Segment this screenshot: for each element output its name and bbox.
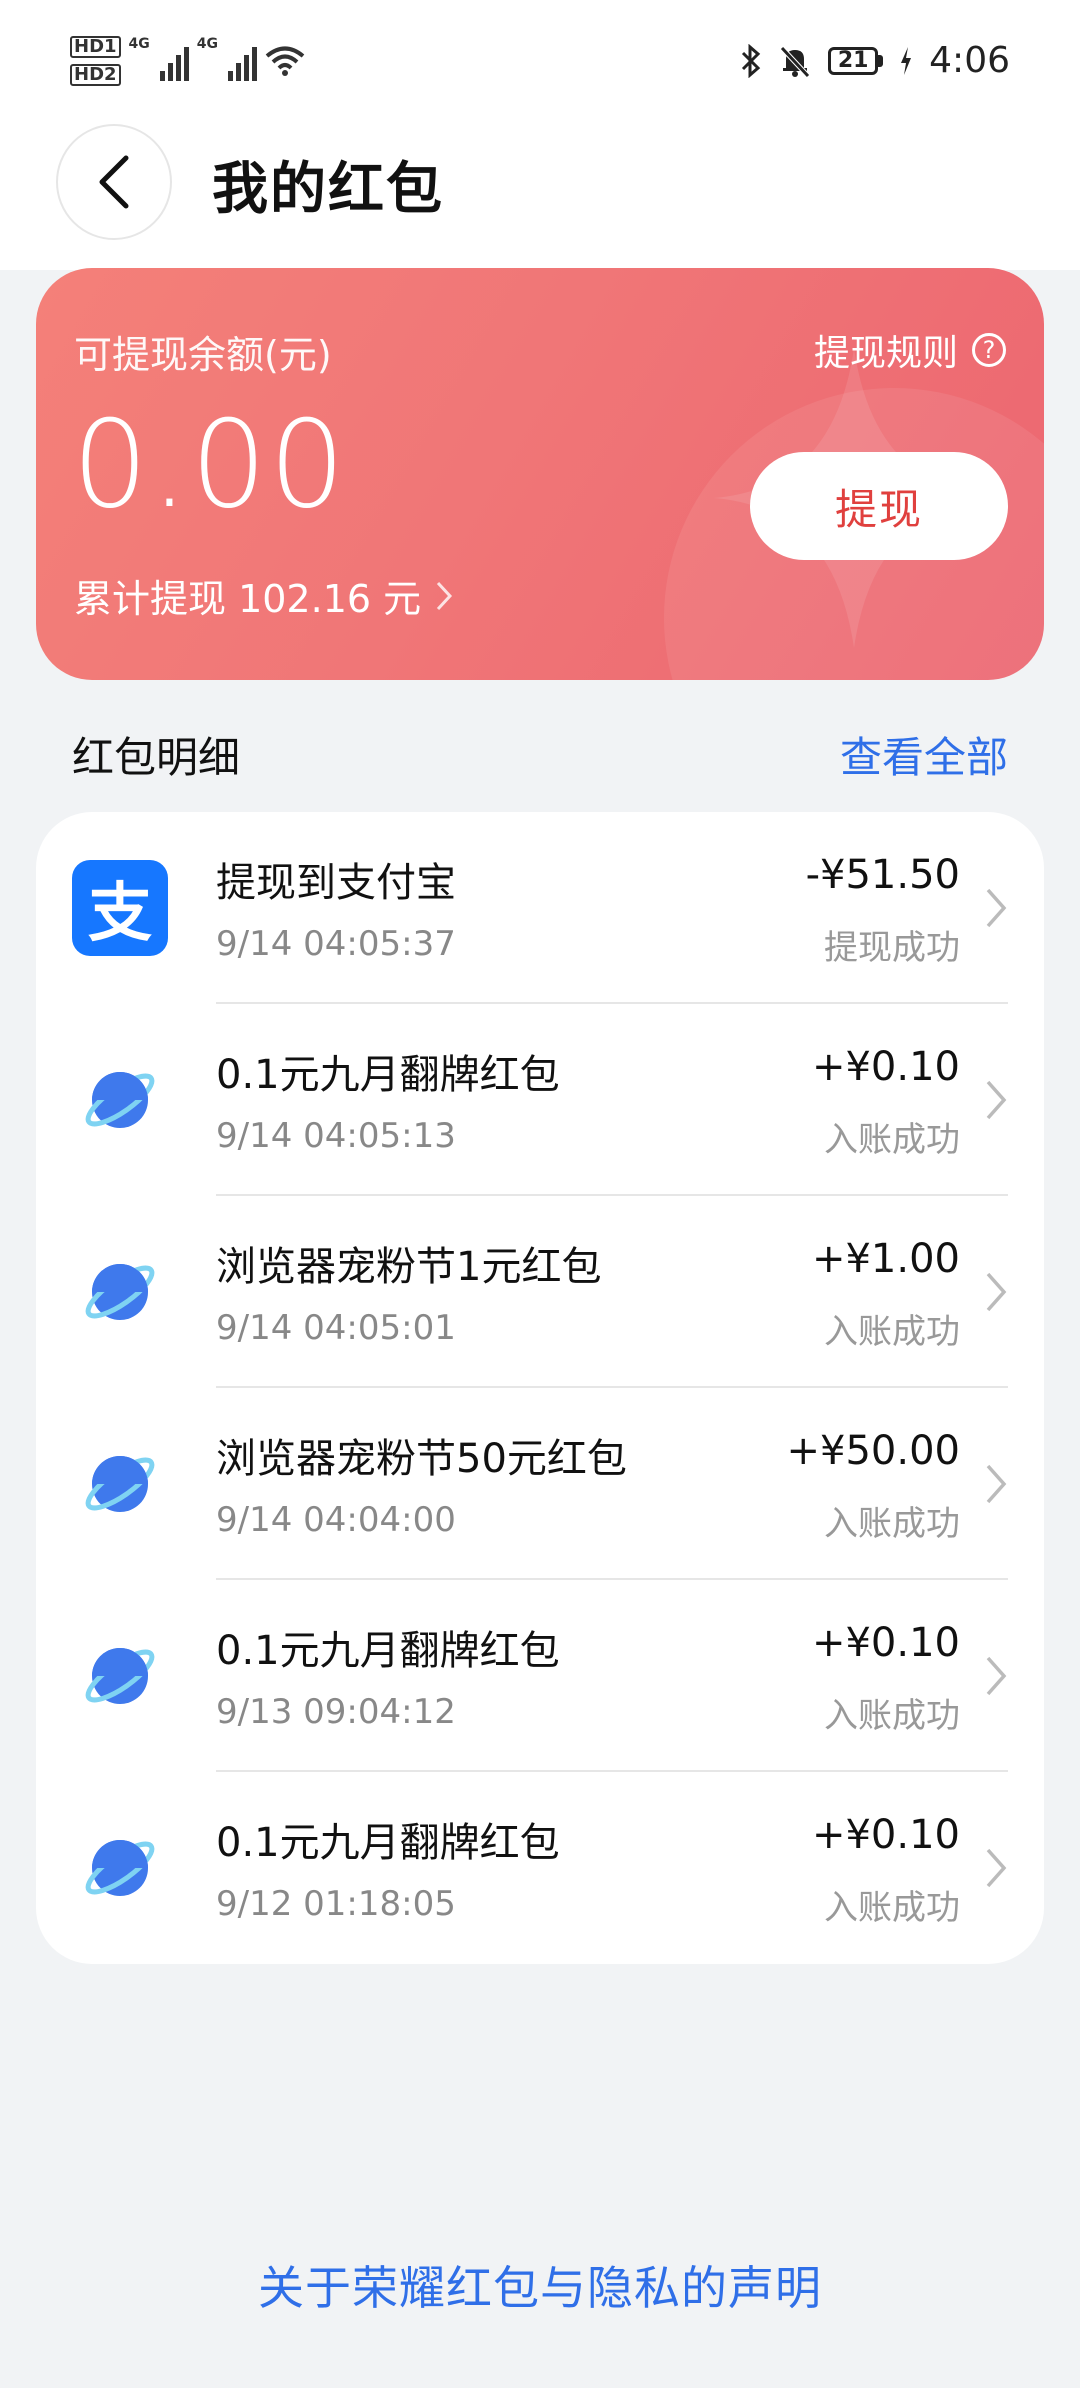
section-title: 红包明细 bbox=[72, 733, 241, 782]
back-button[interactable] bbox=[56, 124, 172, 240]
charging-icon bbox=[901, 46, 912, 75]
transaction-status: 提现成功 bbox=[824, 928, 960, 968]
network-type-2: 4G bbox=[196, 36, 218, 52]
transaction-title: 浏览器宠粉节1元红包 bbox=[216, 1244, 602, 1290]
chevron-right-icon bbox=[986, 1080, 1007, 1120]
transaction-time: 9/12 01:18:05 bbox=[216, 1884, 456, 1924]
bluetooth-icon bbox=[742, 43, 761, 78]
network-type-1: 4G bbox=[128, 36, 150, 52]
chevron-right-icon bbox=[986, 888, 1007, 928]
chevron-right-icon bbox=[986, 1656, 1007, 1696]
chevron-right-icon bbox=[437, 581, 453, 610]
status-right: 21 4:06 bbox=[740, 40, 1010, 81]
browser-planet-icon bbox=[72, 1436, 168, 1532]
hd2-badge: HD2 bbox=[70, 64, 121, 86]
transaction-status: 入账成功 bbox=[824, 1312, 960, 1352]
page-title: 我的红包 bbox=[212, 157, 444, 222]
question-icon: ? bbox=[972, 333, 1006, 367]
transaction-status: 入账成功 bbox=[824, 1888, 960, 1928]
transaction-row[interactable]: 支 提现到支付宝 9/14 04:05:37 -¥51.50 提现成功 bbox=[36, 812, 1044, 1004]
transaction-row[interactable]: 0.1元九月翻牌红包 9/12 01:18:05 +¥0.10 入账成功 bbox=[36, 1772, 1044, 1964]
battery-icon: 21 bbox=[828, 46, 884, 75]
transaction-time: 9/13 09:04:12 bbox=[216, 1692, 456, 1732]
balance-label: 可提现余额(元) bbox=[74, 333, 332, 377]
transaction-amount: +¥0.10 bbox=[811, 1620, 960, 1666]
status-left: HD1 HD2 4G 4G bbox=[70, 36, 305, 86]
battery-level: 21 bbox=[837, 48, 869, 73]
hd1-badge: HD1 bbox=[70, 36, 121, 58]
chevron-right-icon bbox=[986, 1272, 1007, 1312]
browser-planet-icon bbox=[72, 1628, 168, 1724]
balance-card: 可提现余额(元) 0.00 累计提现 102.16 元 提现规则 ? 提现 bbox=[36, 268, 1044, 680]
wifi-icon bbox=[265, 46, 305, 76]
withdraw-rules-link[interactable]: 提现规则 ? bbox=[814, 324, 1006, 376]
transaction-time: 9/14 04:05:37 bbox=[216, 924, 456, 964]
chevron-right-icon bbox=[986, 1464, 1007, 1504]
transaction-status: 入账成功 bbox=[824, 1696, 960, 1736]
transaction-status: 入账成功 bbox=[824, 1120, 960, 1160]
transaction-title: 0.1元九月翻牌红包 bbox=[216, 1628, 560, 1674]
mute-bell-icon bbox=[780, 45, 810, 78]
signal-icon-1 bbox=[159, 41, 189, 81]
transaction-title: 0.1元九月翻牌红包 bbox=[216, 1052, 560, 1098]
transaction-row[interactable]: 0.1元九月翻牌红包 9/13 09:04:12 +¥0.10 入账成功 bbox=[36, 1580, 1044, 1772]
withdraw-button[interactable]: 提现 bbox=[750, 452, 1008, 560]
transaction-title: 提现到支付宝 bbox=[216, 860, 456, 906]
balance-amount: 0.00 bbox=[72, 396, 348, 535]
transaction-title: 0.1元九月翻牌红包 bbox=[216, 1820, 560, 1866]
transaction-amount: +¥0.10 bbox=[811, 1044, 960, 1090]
transaction-time: 9/14 04:05:13 bbox=[216, 1116, 456, 1156]
transaction-amount: -¥51.50 bbox=[805, 852, 960, 898]
total-withdrawn-link[interactable]: 累计提现 102.16 元 bbox=[74, 568, 453, 623]
transaction-row[interactable]: 浏览器宠粉节1元红包 9/14 04:05:01 +¥1.00 入账成功 bbox=[36, 1196, 1044, 1388]
alipay-icon: 支 bbox=[72, 860, 168, 956]
clock: 4:06 bbox=[929, 40, 1010, 81]
privacy-statement-link[interactable]: 关于荣耀红包与隐私的声明 bbox=[0, 2252, 1080, 2318]
transaction-amount: +¥50.00 bbox=[786, 1428, 960, 1474]
hd-indicator: HD1 HD2 bbox=[70, 36, 121, 86]
browser-planet-icon bbox=[72, 1244, 168, 1340]
transaction-list: 支 提现到支付宝 9/14 04:05:37 -¥51.50 提现成功 0.1元… bbox=[36, 812, 1044, 1964]
transaction-amount: +¥0.10 bbox=[811, 1812, 960, 1858]
transaction-status: 入账成功 bbox=[824, 1504, 960, 1544]
transaction-row[interactable]: 0.1元九月翻牌红包 9/14 04:05:13 +¥0.10 入账成功 bbox=[36, 1004, 1044, 1196]
view-all-link[interactable]: 查看全部 bbox=[840, 724, 1008, 785]
transaction-time: 9/14 04:04:00 bbox=[216, 1500, 456, 1540]
transaction-row[interactable]: 浏览器宠粉节50元红包 9/14 04:04:00 +¥50.00 入账成功 bbox=[36, 1388, 1044, 1580]
transaction-title: 浏览器宠粉节50元红包 bbox=[216, 1436, 627, 1482]
total-withdrawn-text: 累计提现 102.16 元 bbox=[74, 577, 422, 621]
chevron-left-icon bbox=[99, 155, 129, 209]
chevron-right-icon bbox=[986, 1848, 1007, 1888]
app-header: 我的红包 bbox=[0, 100, 1080, 270]
transaction-amount: +¥1.00 bbox=[811, 1236, 960, 1282]
browser-planet-icon bbox=[72, 1820, 168, 1916]
transaction-time: 9/14 04:05:01 bbox=[216, 1308, 456, 1348]
withdraw-rules-label: 提现规则 bbox=[813, 333, 958, 374]
browser-planet-icon bbox=[72, 1052, 168, 1148]
signal-icon-2 bbox=[228, 41, 257, 81]
